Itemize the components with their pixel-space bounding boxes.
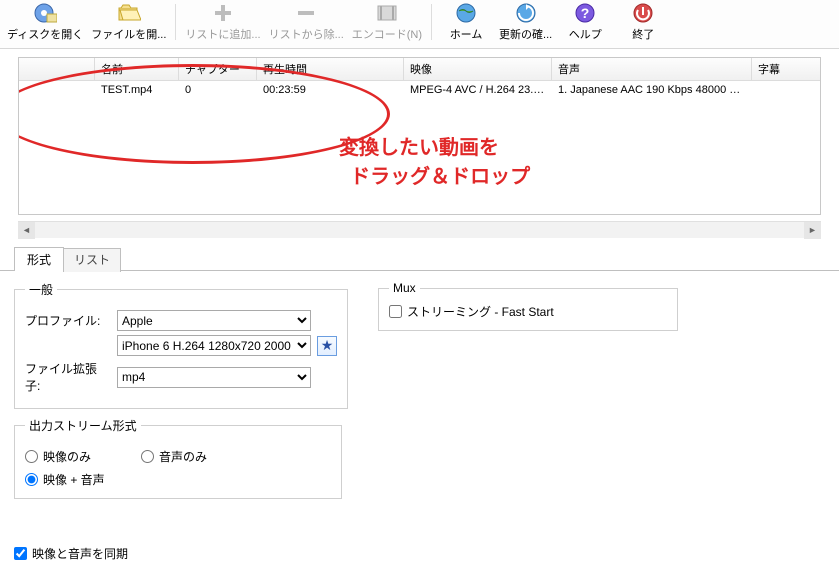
col-subtitle[interactable]: 字幕 [752,58,821,81]
add-list-button[interactable]: リストに追加... [182,0,263,44]
home-label: ホーム [450,26,483,42]
sync-av-input[interactable] [14,547,27,560]
toolbar: ディスクを開く ファイルを開... リストに追加... リストから除... エン… [0,0,839,49]
streaming-checkbox[interactable]: ストリーミング - Fast Start [389,303,667,320]
cell-duration[interactable]: 00:23:59 [257,81,404,99]
legend-mux: Mux [389,281,420,295]
tab-list[interactable]: リスト [63,248,121,272]
open-file-button[interactable]: ファイルを開... [88,0,169,44]
help-icon: ? [571,2,599,24]
toolbar-sep [175,4,176,40]
update-icon [512,2,540,24]
plus-icon [209,2,237,24]
streaming-input[interactable] [389,305,402,318]
col-blank[interactable] [19,58,95,81]
open-disc-label: ディスクを開く [7,26,83,42]
scroll-right-icon[interactable]: ► [804,222,821,239]
fieldset-mux: Mux ストリーミング - Fast Start [378,281,678,331]
svg-text:?: ? [581,5,590,21]
disc-icon [31,2,59,24]
cell-video[interactable]: MPEG-4 AVC / H.264 23.9... [404,81,552,99]
minus-icon [292,2,320,24]
cell-subtitle[interactable] [752,81,821,99]
radio-video-audio-label: 映像 + 音声 [43,471,105,488]
exit-label: 終了 [632,26,654,42]
fieldset-output-stream: 出力ストリーム形式 映像のみ 音声のみ 映像 + 音声 [14,417,342,499]
encode-icon [373,2,401,24]
exit-button[interactable]: 終了 [615,0,671,44]
ext-select[interactable]: mp4 [117,367,311,388]
col-chapter[interactable]: チャプター [179,58,257,81]
encode-label: エンコード(N) [352,26,422,42]
row-blank[interactable] [19,81,95,99]
radio-audio-only[interactable]: 音声のみ [141,448,207,465]
legend-output: 出力ストリーム形式 [25,417,141,434]
open-disc-button[interactable]: ディスクを開く [4,0,86,44]
radio-video-only[interactable]: 映像のみ [25,448,91,465]
remove-list-button[interactable]: リストから除... [266,0,347,44]
tabs: 形式 リスト [14,246,839,270]
radio-audio-only-label: 音声のみ [159,448,207,465]
profile-label: プロファイル: [25,312,111,329]
exit-icon [629,2,657,24]
help-label: ヘルプ [569,26,602,42]
radio-video-only-input[interactable] [25,450,38,463]
hscrollbar[interactable]: ◄ ► [18,221,821,238]
col-audio[interactable]: 音声 [552,58,752,81]
toolbar-sep [431,4,432,40]
cell-name[interactable]: TEST.mp4 [95,81,179,99]
update-label: 更新の確... [499,26,552,42]
radio-video-audio[interactable]: 映像 + 音声 [25,471,105,488]
file-list[interactable]: 名前 チャプター 再生時間 映像 音声 字幕 TEST.mp4 0 00:23:… [18,57,821,215]
radio-audio-only-input[interactable] [141,450,154,463]
help-button[interactable]: ? ヘルプ [557,0,613,44]
annotation-line1: 変換したい動画を [339,137,499,159]
tab-format[interactable]: 形式 [14,247,64,271]
annotation-text: 変換したい動画を ドラッグ＆ドロップ [339,134,530,192]
home-button[interactable]: ホーム [438,0,494,44]
col-duration[interactable]: 再生時間 [257,58,404,81]
star-icon: ★ [321,337,334,354]
update-button[interactable]: 更新の確... [496,0,555,44]
cell-audio[interactable]: 1. Japanese AAC 190 Kbps 48000 H... [552,81,752,99]
scroll-left-icon[interactable]: ◄ [18,222,35,239]
tab-panel-format: 一般 プロファイル: Apple iPhone 6 H.264 1280x720… [0,270,839,572]
radio-video-audio-input[interactable] [25,473,38,486]
radio-video-only-label: 映像のみ [43,448,91,465]
preset-select[interactable]: iPhone 6 H.264 1280x720 2000 kbps [117,335,311,356]
col-video[interactable]: 映像 [404,58,552,81]
remove-list-label: リストから除... [269,26,344,42]
legend-general: 一般 [25,281,57,298]
annotation-line2: ドラッグ＆ドロップ [350,166,530,188]
encode-button[interactable]: エンコード(N) [349,0,425,44]
fieldset-general: 一般 プロファイル: Apple iPhone 6 H.264 1280x720… [14,281,348,409]
profile-select[interactable]: Apple [117,310,311,331]
sync-av-label: 映像と音声を同期 [32,545,128,562]
ext-label: ファイル拡張子: [25,360,111,394]
open-file-label: ファイルを開... [91,26,166,42]
col-name[interactable]: 名前 [95,58,179,81]
sync-av-checkbox[interactable]: 映像と音声を同期 [14,545,342,562]
favorite-button[interactable]: ★ [317,336,337,356]
add-list-label: リストに追加... [185,26,260,42]
streaming-label: ストリーミング - Fast Start [407,303,554,320]
cell-chapter[interactable]: 0 [179,81,257,99]
file-open-icon [115,2,143,24]
globe-icon [452,2,480,24]
